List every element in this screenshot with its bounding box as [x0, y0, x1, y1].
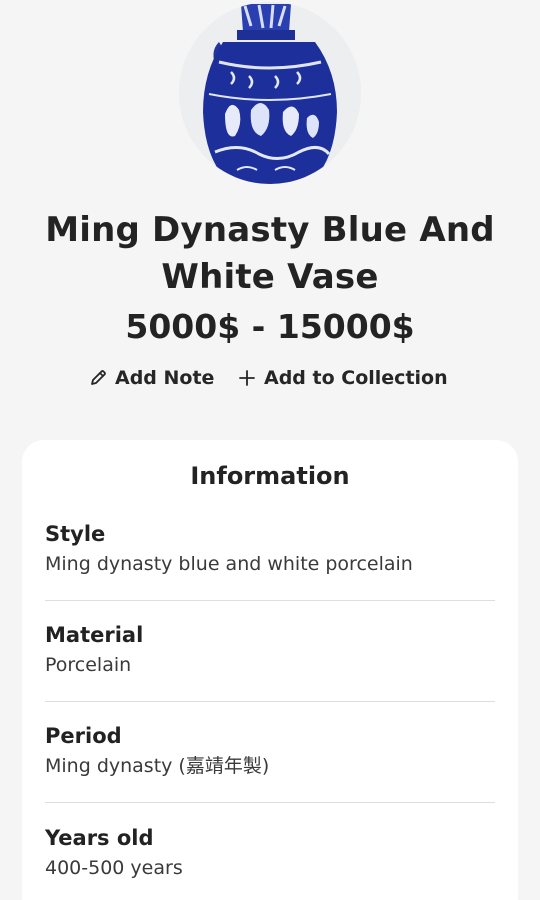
product-image [179, 2, 361, 184]
divider [45, 701, 495, 702]
info-row-period: Period Ming dynasty (嘉靖年製) [45, 722, 495, 780]
action-bar: Add Note Add to Collection [0, 362, 540, 394]
product-title: Ming Dynasty Blue And White Vase [45, 210, 495, 297]
info-label: Period [45, 724, 122, 748]
divider [45, 600, 495, 601]
info-value: 400-500 years [45, 857, 183, 879]
information-title: Information [190, 462, 350, 490]
info-value: Ming dynasty blue and white porcelain [45, 553, 413, 575]
divider [45, 802, 495, 803]
information-card: Information Style Ming dynasty blue and … [22, 440, 518, 900]
info-label: Style [45, 522, 106, 546]
add-note-label: Add Note [115, 367, 215, 389]
info-label: Years old [45, 826, 154, 850]
info-value: Ming dynasty (嘉靖年製) [45, 755, 270, 777]
vase-photo [179, 2, 361, 184]
add-to-collection-label: Add to Collection [264, 367, 448, 389]
artifact-detail-page: Ming Dynasty Blue And White Vase 5000$ -… [0, 0, 540, 900]
add-to-collection-button[interactable]: Add to Collection [237, 362, 448, 394]
add-note-button[interactable]: Add Note [88, 362, 214, 394]
price-range: 5000$ - 15000$ [125, 307, 415, 346]
info-value: Porcelain [45, 654, 132, 676]
info-row-material: Material Porcelain [45, 621, 495, 679]
info-row-years-old: Years old 400-500 years [45, 824, 495, 882]
pencil-icon [88, 368, 108, 388]
plus-icon [237, 368, 257, 388]
info-label: Material [45, 623, 144, 647]
info-row-style: Style Ming dynasty blue and white porcel… [45, 520, 495, 578]
